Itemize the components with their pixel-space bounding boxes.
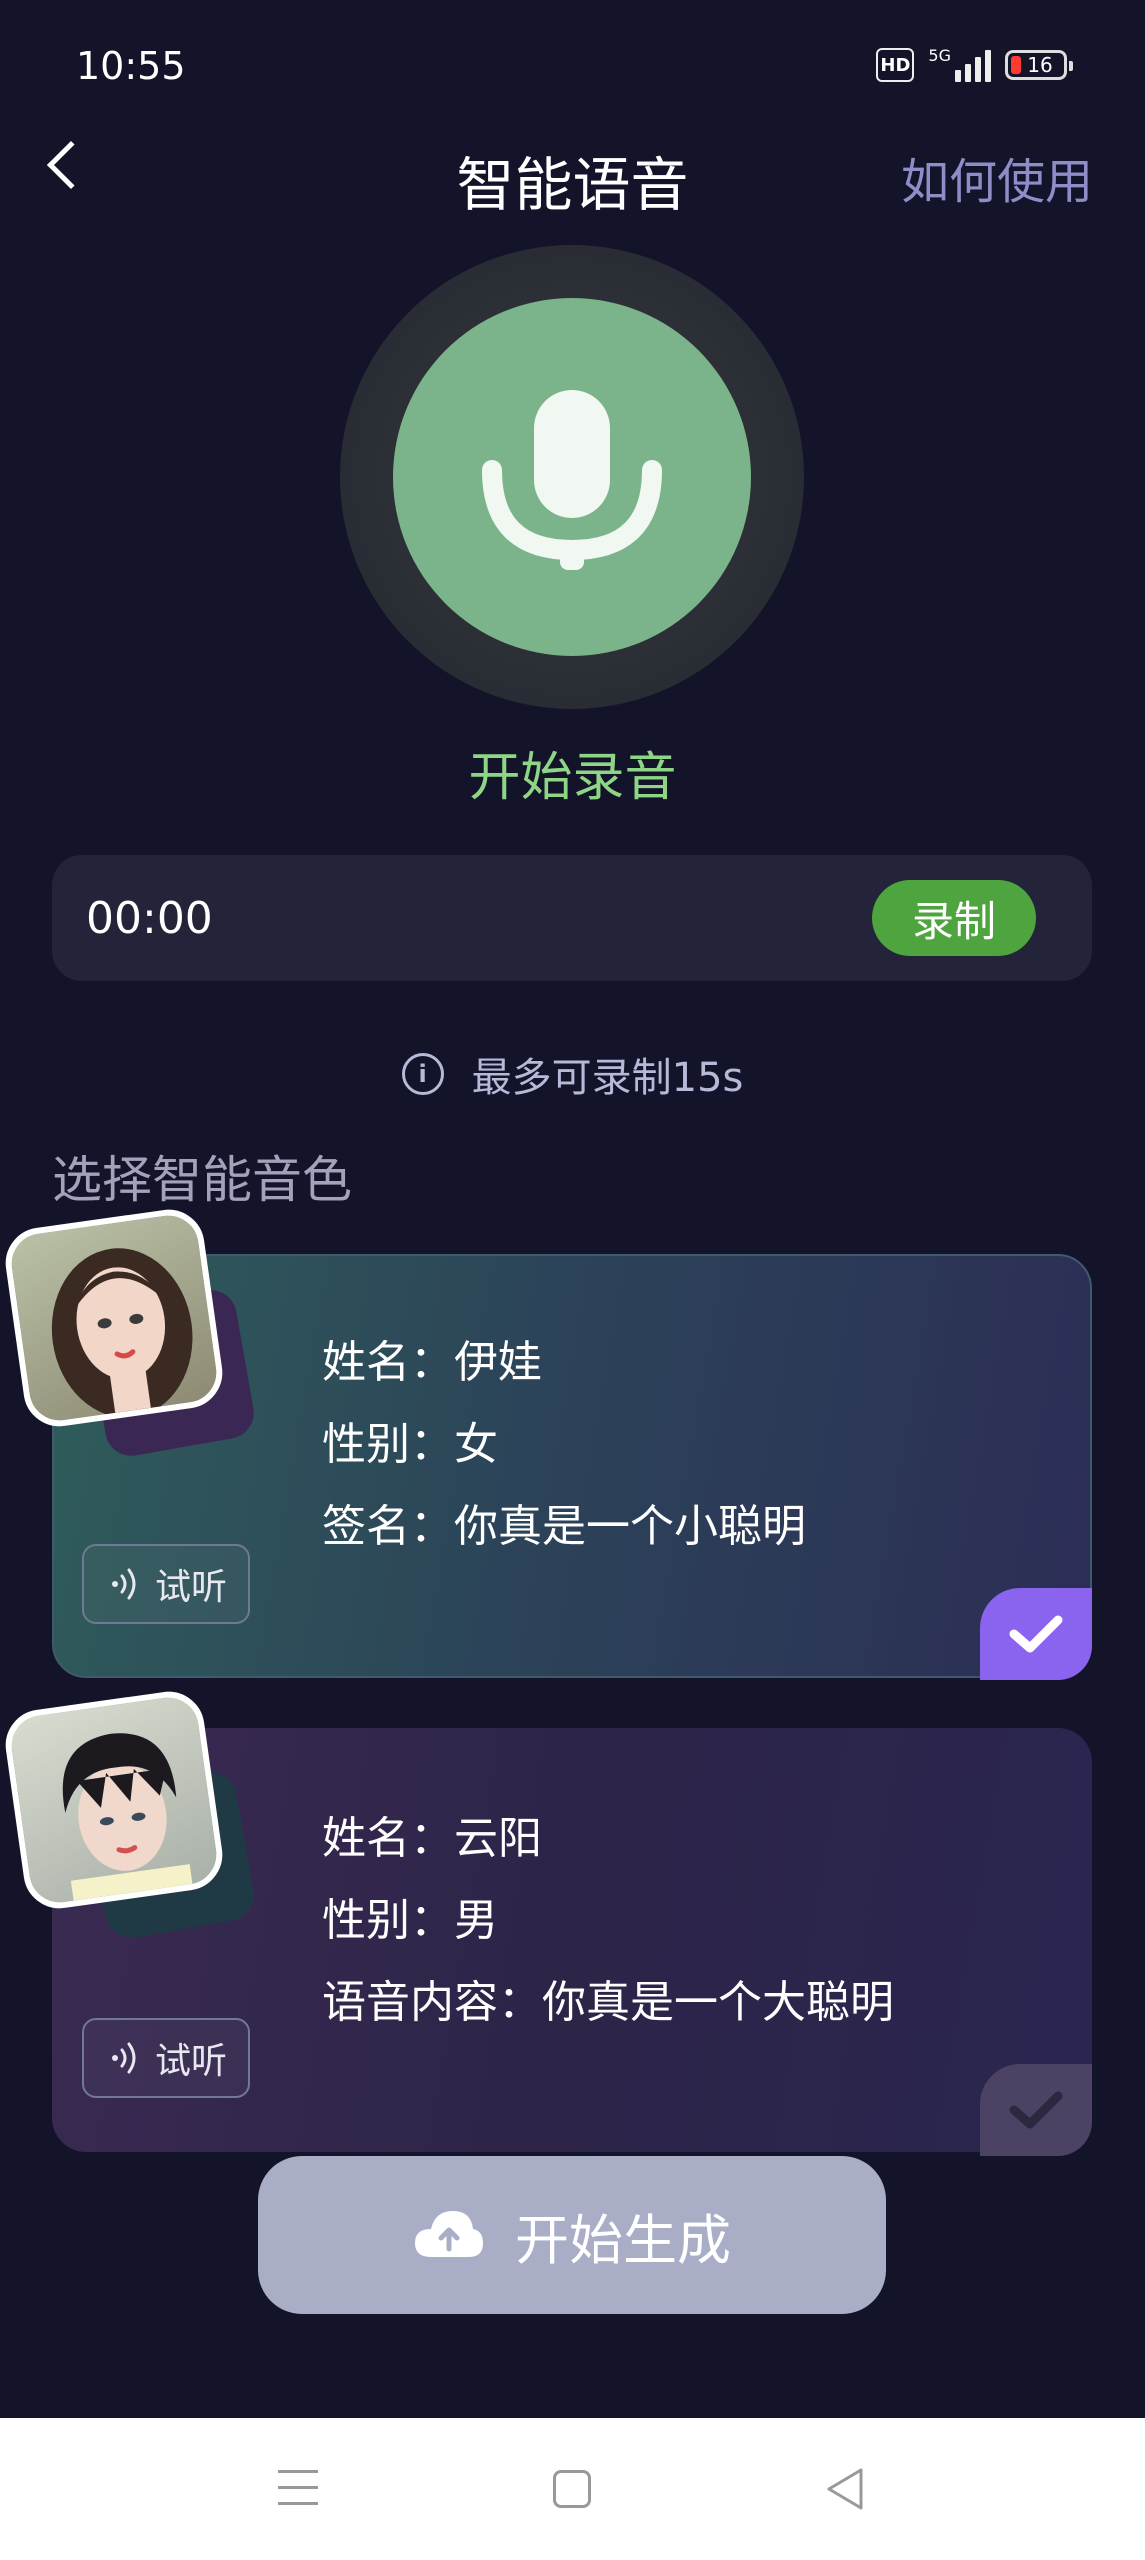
generate-button[interactable]: 开始生成 [258, 2156, 886, 2314]
listen-label: 试听 [154, 2041, 227, 2082]
record-button[interactable]: 录制 [872, 880, 1036, 956]
home-icon[interactable] [553, 2470, 591, 2508]
avatar-eva [1, 1205, 227, 1431]
check-icon [1009, 1615, 1063, 1653]
sound-wave-icon [111, 1568, 136, 1600]
battery-icon: 16 [1005, 50, 1073, 80]
microphone-icon [482, 390, 662, 570]
check-icon [1009, 2091, 1063, 2129]
status-time: 10:55 [76, 44, 186, 88]
selected-check [980, 1588, 1092, 1680]
record-limit-text: 最多可录制15s [471, 1055, 744, 1101]
unselected-check [980, 2064, 1092, 2156]
record-limit-note: i 最多可录制15s [0, 1045, 1145, 1103]
listen-button[interactable]: 试听 [82, 1544, 250, 1624]
voice-gender: 性别：男 [322, 1895, 498, 1946]
avatar-yunyang [1, 1687, 227, 1913]
sound-wave-icon [111, 2042, 136, 2074]
menu-icon[interactable] [278, 2470, 318, 2518]
cloud-upload-icon [415, 2211, 483, 2257]
listen-button[interactable]: 试听 [82, 2018, 250, 2098]
signal-icon: 5G [928, 48, 991, 82]
voice-gender: 性别：女 [322, 1419, 498, 1470]
voice-content: 语音内容：你真是一个大聪明 [322, 1977, 894, 2028]
voice-section-title: 选择智能音色 [52, 1151, 352, 1209]
status-icons: HD 5G 16 [876, 48, 1073, 82]
network-type: 5G [928, 46, 951, 65]
voice-signature: 签名：你真是一个小聪明 [322, 1501, 806, 1552]
nav-back-icon[interactable] [823, 2466, 867, 2512]
how-to-use-link[interactable]: 如何使用 [901, 142, 1093, 212]
voice-name: 姓名：伊娃 [322, 1337, 542, 1388]
record-timer: 00:00 [86, 893, 213, 944]
battery-level: 16 [1027, 53, 1053, 77]
voice-name: 姓名：云阳 [322, 1813, 542, 1864]
info-icon: i [401, 1053, 444, 1095]
start-recording-label: 开始录音 [468, 748, 677, 808]
listen-label: 试听 [154, 1567, 227, 1608]
generate-label: 开始生成 [515, 2208, 731, 2272]
hd-icon: HD [876, 48, 915, 82]
